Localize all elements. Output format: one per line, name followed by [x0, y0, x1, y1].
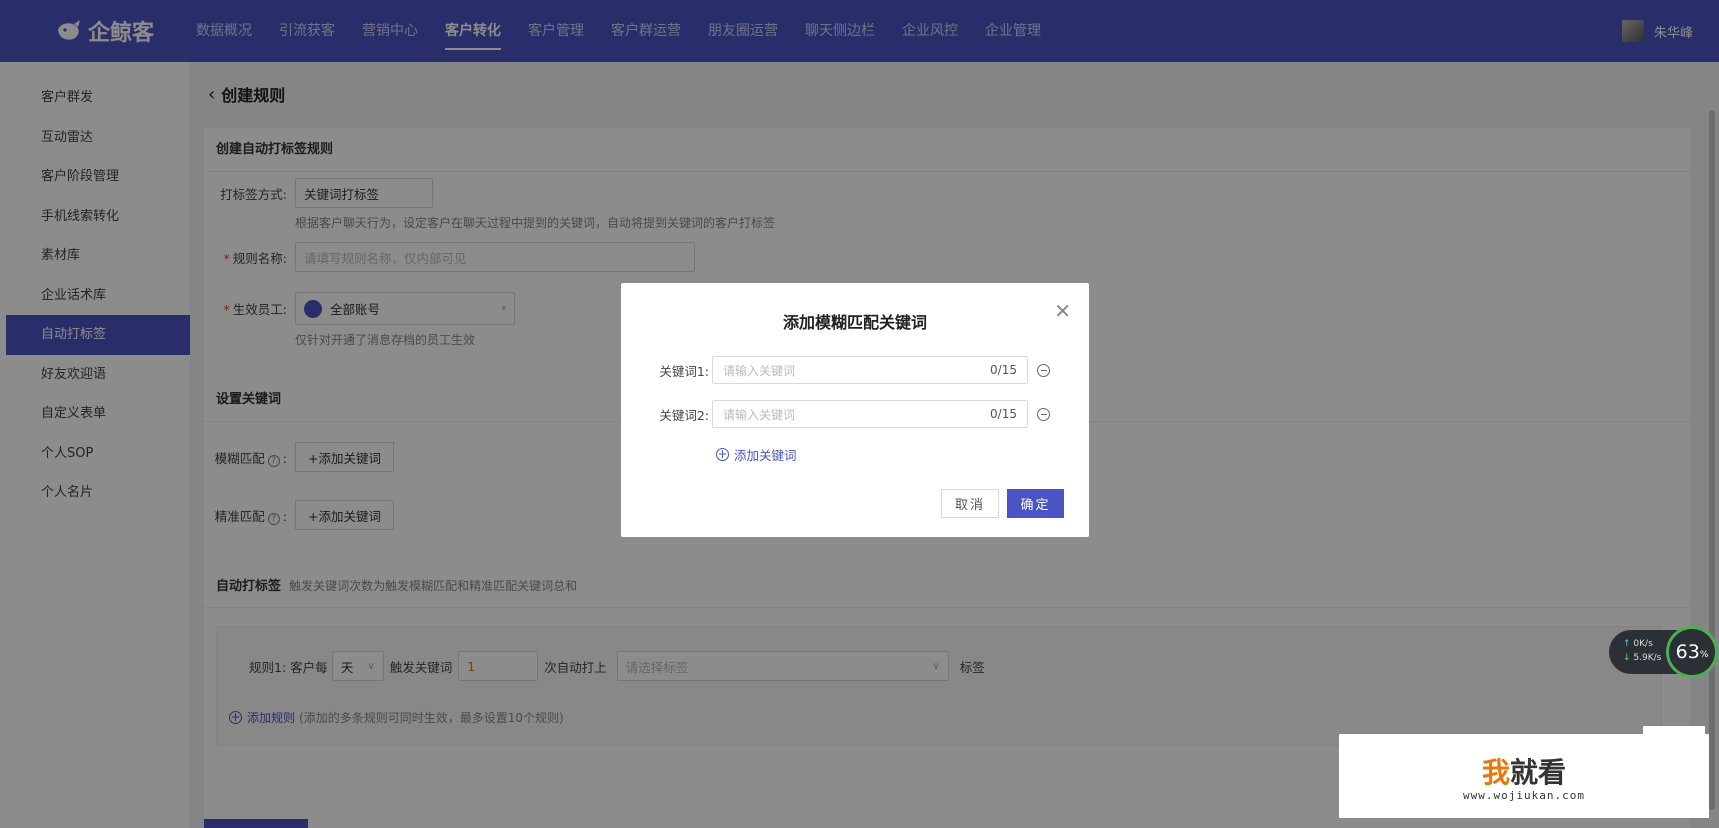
keyword-count-1: 0/15	[990, 363, 1017, 377]
keyword-count-2: 0/15	[990, 407, 1017, 421]
percent-unit: %	[1699, 650, 1709, 660]
arrow-up-icon: ↑	[1623, 639, 1631, 649]
keyword-placeholder-1: 请输入关键词	[723, 363, 796, 378]
remove-keyword-1-icon[interactable]	[1037, 363, 1050, 377]
modal-title: 添加模糊匹配关键词	[782, 313, 927, 332]
keyword-input-2[interactable]: 请输入关键词 0/15	[712, 400, 1028, 428]
confirm-button[interactable]: 确定	[1007, 489, 1064, 518]
plus-circle-icon: +	[716, 447, 729, 461]
watermark-rest: 就看	[1510, 755, 1567, 789]
keyword-label-1: 关键词1:	[659, 363, 709, 379]
remove-keyword-2-icon[interactable]	[1037, 407, 1050, 421]
watermark-text: 我就看	[1482, 751, 1566, 791]
watermark-highlight: 我	[1481, 755, 1510, 789]
keyword-label-2: 关键词2:	[659, 407, 709, 423]
close-icon[interactable]: ✕	[1054, 299, 1071, 323]
watermark-url: www.wojiukan.com	[1463, 788, 1585, 802]
memory-percent: 63%	[1666, 626, 1718, 678]
network-speed-widget[interactable]: ↑ 0K/s ↓ 5.9K/s 63%	[1609, 626, 1718, 678]
percent-value: 63	[1675, 641, 1700, 663]
keyword-input-1[interactable]: 请输入关键词 0/15	[712, 356, 1028, 384]
add-keyword-link[interactable]: + 添加关键词	[716, 445, 797, 464]
arrow-down-icon: ↓	[1623, 653, 1631, 663]
download-speed: 5.9K/s	[1633, 653, 1662, 663]
add-fuzzy-keyword-modal: 添加模糊匹配关键词 ✕ 关键词1: 请输入关键词 0/15 关键词2: 请输入关…	[621, 283, 1089, 537]
watermark: 我就看 www.wojiukan.com	[1339, 734, 1709, 818]
upload-speed: 0K/s	[1633, 639, 1653, 649]
keyword-row-2: 关键词2: 请输入关键词 0/15	[641, 400, 1050, 428]
cancel-button[interactable]: 取消	[941, 489, 999, 518]
add-keyword-label: 添加关键词	[734, 448, 797, 463]
speed-lines: ↑ 0K/s ↓ 5.9K/s	[1623, 637, 1661, 665]
keyword-placeholder-2: 请输入关键词	[723, 407, 796, 422]
keyword-row-1: 关键词1: 请输入关键词 0/15	[641, 356, 1050, 384]
